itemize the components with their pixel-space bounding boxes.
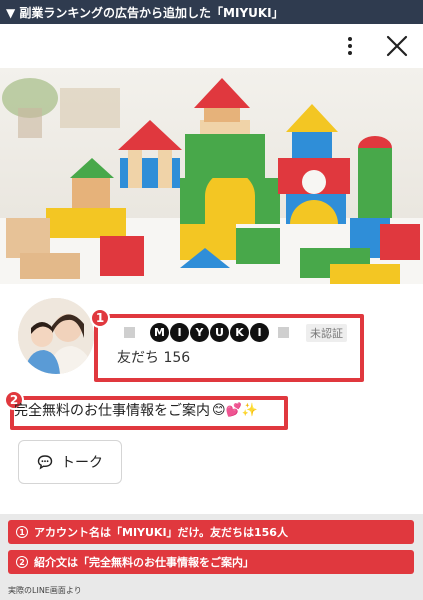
note-text: アカウント名は「MIYUKI」だけ。友だちは156人 [34, 526, 288, 539]
profile-avatar[interactable] [18, 298, 94, 374]
profile-section: 1 M I Y U K I 未認証 友だち 156 2 完全無料のお仕事情報をご… [0, 284, 423, 514]
intro-message: 完全無料のお仕事情報をご案内 [14, 403, 210, 419]
unverified-badge: 未認証 [306, 324, 347, 342]
note-number: 1 [16, 526, 28, 538]
marker-1: 1 [90, 308, 110, 328]
close-icon[interactable] [384, 33, 410, 59]
talk-button[interactable]: トーク [18, 440, 122, 484]
name-letter: I [170, 322, 189, 342]
intro-emojis: 😊💕✨ [212, 402, 258, 418]
note-1: 1 アカウント名は「MIYUKI」だけ。友だちは156人 [8, 520, 414, 544]
name-letter: U [210, 322, 229, 342]
note-text: 紹介文は「完全無料のお仕事情報をご案内」 [34, 556, 254, 569]
note-2: 2 紹介文は「完全無料のお仕事情報をご案内」 [8, 550, 414, 574]
intro-text: 完全無料のお仕事情報をご案内 😊💕✨ [14, 400, 258, 420]
ad-source-banner: ▼ 副業ランキングの広告から追加した「MIYUKI」 [0, 0, 423, 24]
talk-button-label: トーク [61, 455, 103, 471]
name-letter: I [250, 322, 269, 342]
annotation-notes: 1 アカウント名は「MIYUKI」だけ。友だちは156人 2 紹介文は「完全無料… [0, 514, 423, 600]
account-name: M I Y U K I [124, 321, 289, 343]
source-caption: 実際のLINE画面より [8, 586, 82, 595]
profile-toolbar [0, 24, 423, 68]
kebab-menu-icon[interactable] [340, 35, 360, 57]
friend-count[interactable]: 友だち 156 [117, 347, 190, 367]
name-logo: M I Y U K I [150, 322, 269, 342]
chat-bubble-icon [37, 455, 53, 470]
placeholder-square-icon [124, 326, 135, 338]
name-letter: M [150, 322, 169, 342]
name-letter: K [230, 322, 249, 342]
banner-title: ▼ 副業ランキングの広告から追加した「MIYUKI」 [6, 5, 284, 20]
name-letter: Y [190, 322, 209, 342]
cover-image [0, 68, 423, 284]
placeholder-square-icon [278, 326, 289, 338]
note-number: 2 [16, 556, 28, 568]
